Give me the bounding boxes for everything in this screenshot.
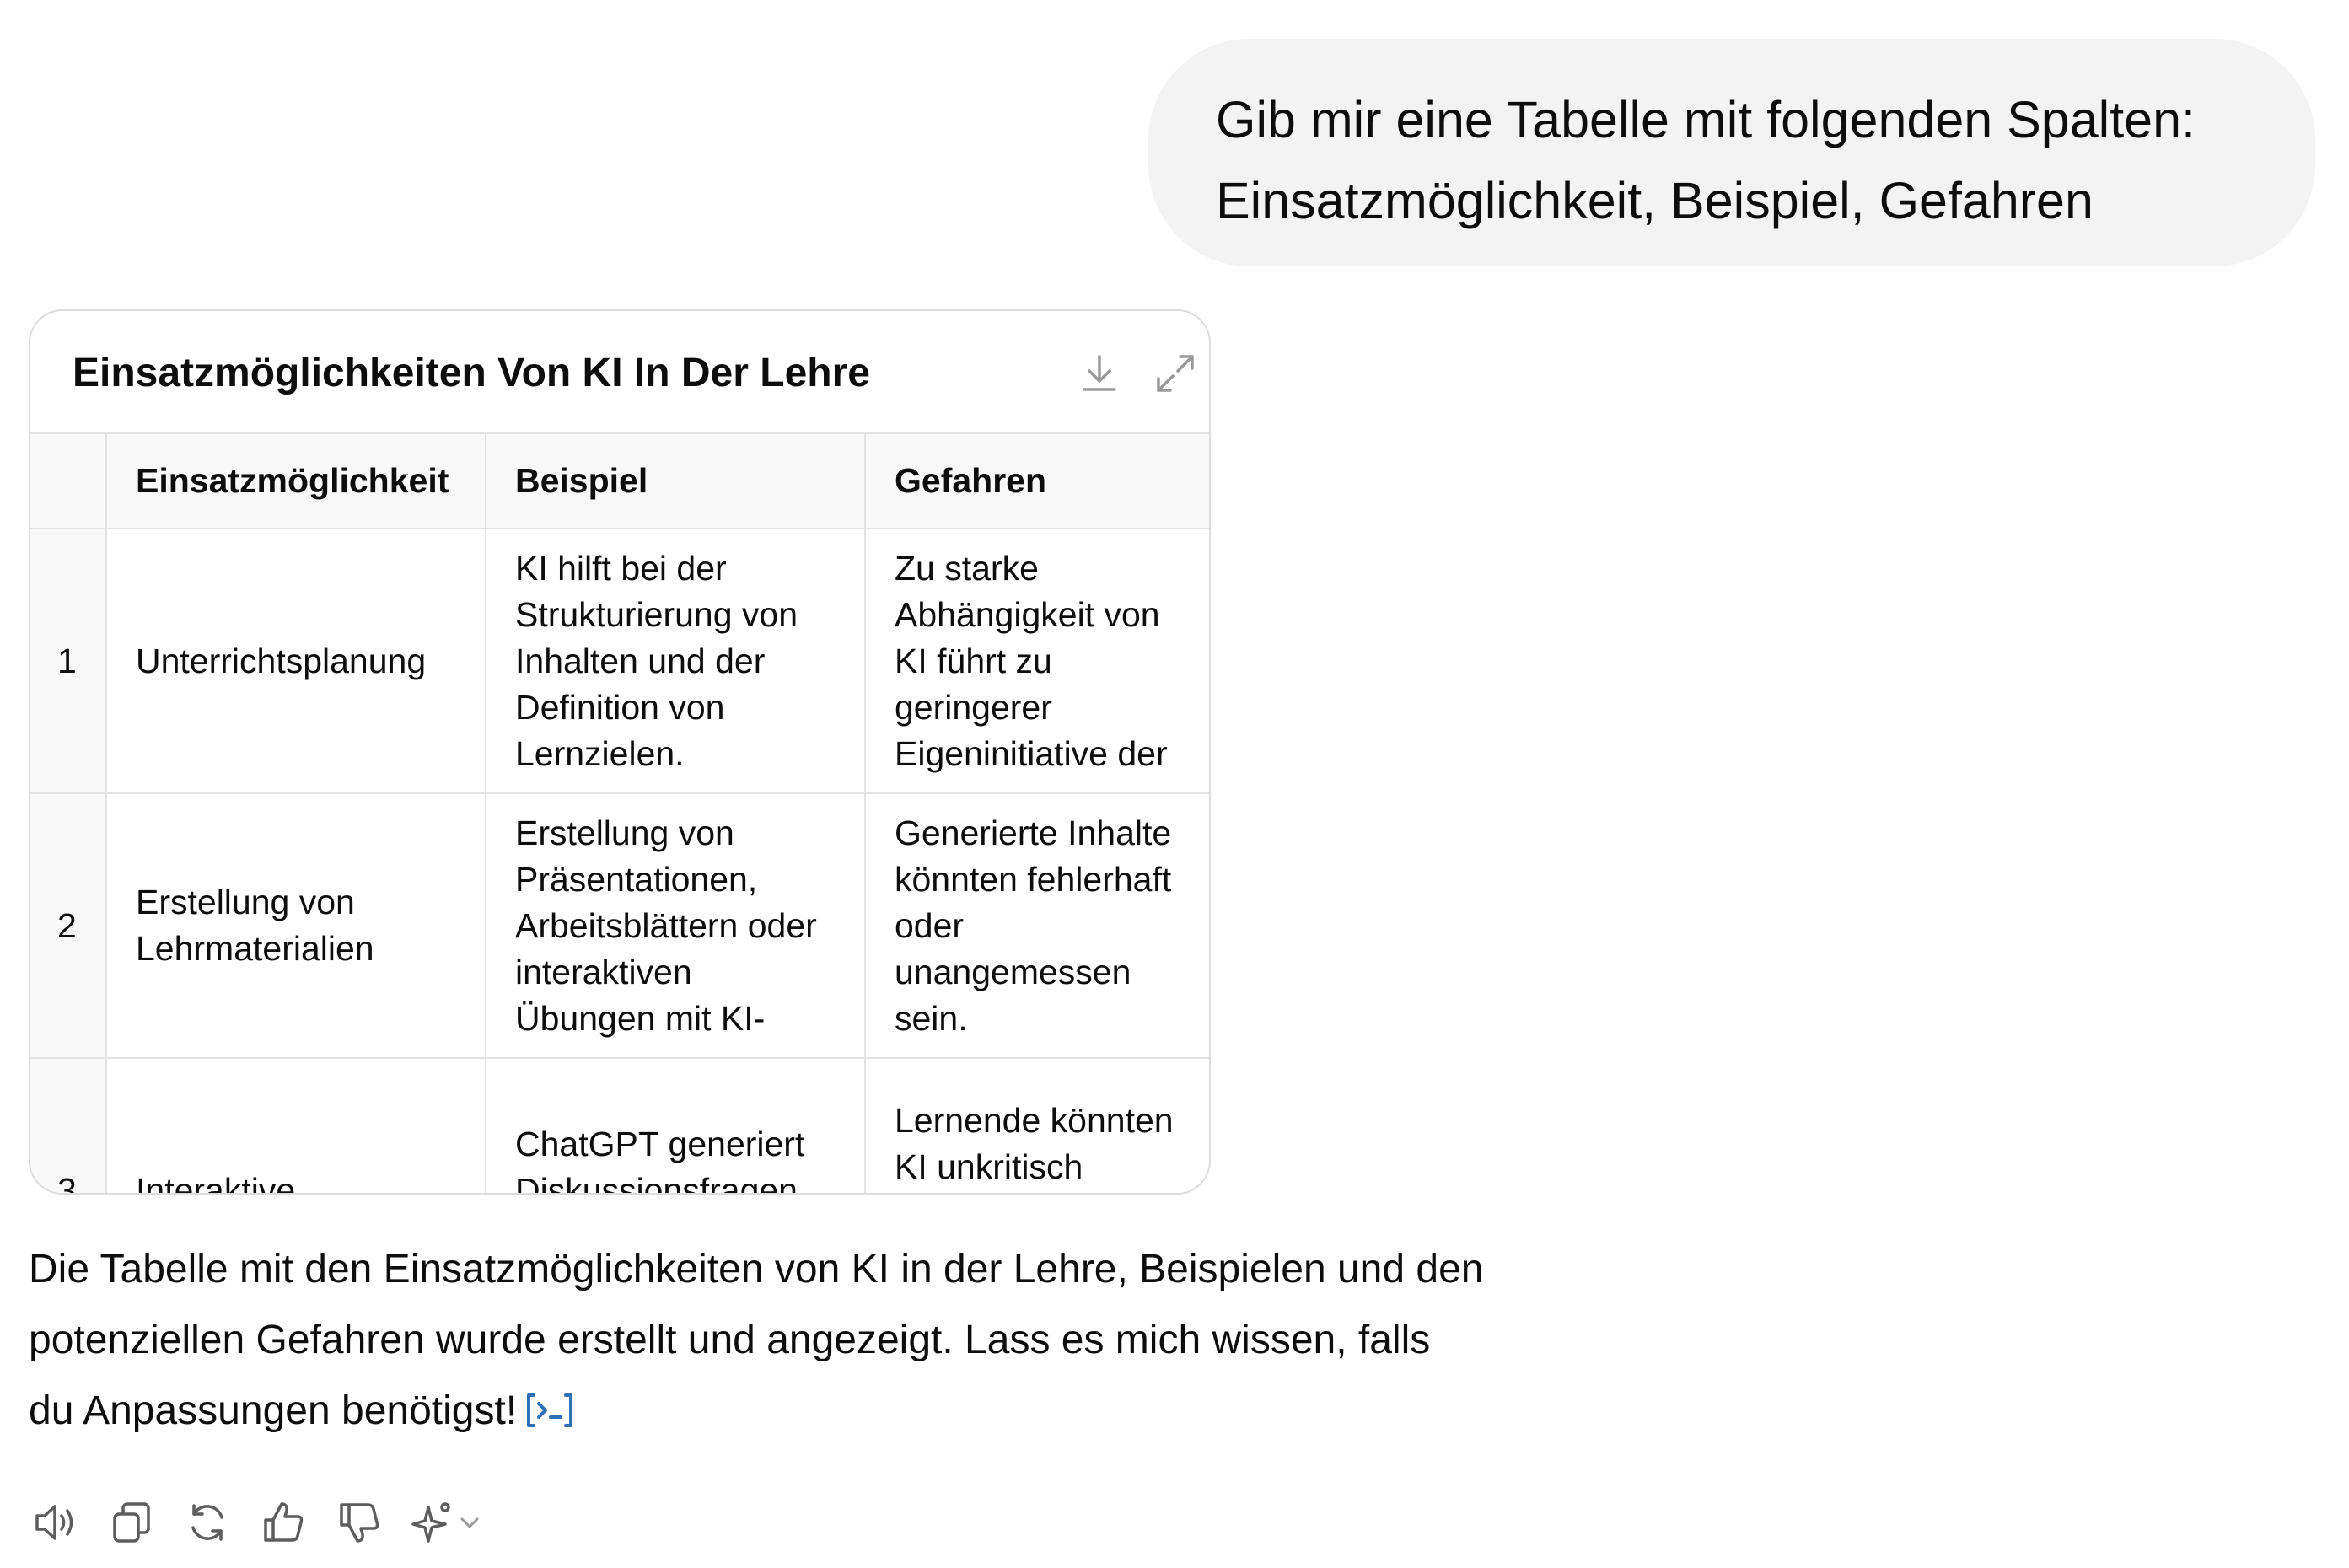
response-line-3: du Anpassungen benötigst! [29, 1388, 518, 1433]
assistant-response: Die Tabelle mit den Einsatzmöglichkeiten… [29, 1234, 1546, 1447]
table-row: 3 Interaktive ChatGPT generiert Diskussi… [30, 1058, 1209, 1193]
table-header-row: Einsatzmöglichkeit Beispiel Gefahren [30, 434, 1209, 529]
table-scroll-area[interactable]: Einsatzmöglichkeit Beispiel Gefahren 1 U… [30, 434, 1209, 1193]
read-aloud-icon [35, 1505, 73, 1540]
row-index: 3 [30, 1058, 107, 1193]
thumbs-up-button[interactable] [258, 1497, 309, 1548]
thumbs-up-icon [264, 1502, 304, 1542]
table-title: Einsatzmöglichkeiten Von KI In Der Lehre [73, 351, 870, 395]
message-action-bar [30, 1497, 503, 1548]
response-line-2: potenziellen Gefahren wurde erstellt und… [29, 1318, 1431, 1362]
column-header-einsatzmoeglichkeit[interactable]: Einsatzmöglichkeit [106, 434, 486, 529]
cell-gefahren[interactable]: Generierte Inhalte könnten fehlerhaft od… [865, 793, 1209, 1059]
user-message-line-2: Einsatzmöglichkeit, Beispiel, Gefahren [1216, 172, 2094, 229]
table-card: Einsatzmöglichkeiten Von KI In Der Lehre [29, 309, 1211, 1195]
regenerate-button[interactable] [182, 1497, 233, 1548]
download-button[interactable] [1074, 348, 1125, 399]
table-row: 1 Unterrichtsplanung KI hilft bei der St… [30, 529, 1209, 794]
thumbs-down-icon [340, 1503, 379, 1543]
table-card-header: Einsatzmöglichkeiten Von KI In Der Lehre [30, 311, 1209, 434]
table-row: 2 Erstellung von Lehrmaterialien Erstell… [30, 793, 1209, 1059]
response-line-3-wrap: du Anpassungen benötigst! [29, 1376, 1546, 1447]
row-index: 1 [30, 529, 107, 794]
cell-beispiel[interactable]: Erstellung von Präsentationen, Arbeitsbl… [486, 793, 866, 1059]
regenerate-icon [191, 1504, 223, 1541]
chevron-down-icon [460, 1517, 479, 1528]
sparkle-icon [411, 1502, 450, 1543]
row-index: 2 [30, 793, 107, 1059]
cell-beispiel[interactable]: KI hilft bei der Strukturierung von Inha… [486, 529, 866, 794]
cell-gefahren[interactable]: Lernende könnten KI unkritisch übernehme… [865, 1058, 1209, 1193]
cell-einsatz[interactable]: Unterrichtsplanung [106, 529, 486, 794]
user-message-line-1: Gib mir eine Tabelle mit folgenden Spalt… [1216, 91, 2196, 148]
thumbs-down-button[interactable] [334, 1497, 384, 1548]
data-table: Einsatzmöglichkeit Beispiel Gefahren 1 U… [30, 434, 1209, 1193]
model-switch-button[interactable] [408, 1497, 484, 1548]
column-header-beispiel[interactable]: Beispiel [486, 434, 866, 529]
expand-button[interactable] [1150, 348, 1201, 399]
cell-einsatz[interactable]: Interaktive [106, 1058, 486, 1193]
cell-einsatz[interactable]: Erstellung von Lehrmaterialien [106, 793, 486, 1059]
download-icon [1083, 355, 1116, 391]
column-header-gefahren[interactable]: Gefahren [865, 434, 1209, 529]
copy-button[interactable] [106, 1497, 157, 1548]
expand-icon [1157, 355, 1194, 392]
column-header-index [30, 434, 107, 529]
copy-icon [113, 1502, 150, 1543]
code-reference-icon[interactable] [524, 1383, 576, 1427]
user-message-bubble: Gib mir eine Tabelle mit folgenden Spalt… [1148, 39, 2315, 266]
cell-beispiel[interactable]: ChatGPT generiert Diskussionsfragen oder… [486, 1058, 866, 1193]
response-line-1: Die Tabelle mit den Einsatzmöglichkeiten… [29, 1247, 1484, 1291]
read-aloud-button[interactable] [30, 1497, 81, 1548]
cell-gefahren[interactable]: Zu starke Abhängigkeit von KI führt zu g… [865, 529, 1209, 794]
